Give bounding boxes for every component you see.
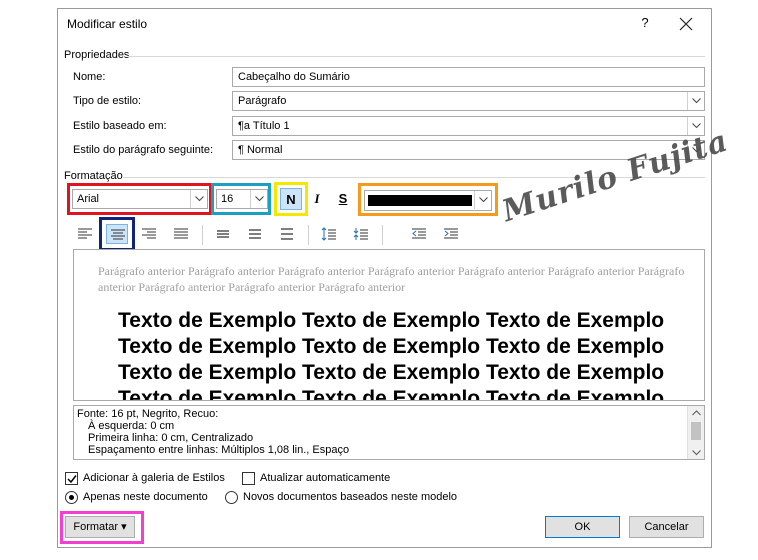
toolbar-separator [202,225,203,245]
new-documents-label: Novos documentos baseados neste modelo [243,491,458,503]
decrease-spacing-button[interactable] [350,224,372,244]
align-highlight [99,217,135,251]
decrease-indent-button[interactable] [408,224,430,244]
style-type-value: Parágrafo [238,95,287,107]
only-this-document-radio[interactable] [65,491,78,504]
description-line: Primeira linha: 0 cm, Centralizado [88,432,254,444]
style-type-label: Tipo de estilo: [73,95,142,107]
increase-spacing-button[interactable] [318,224,340,244]
based-on-label: Estilo baseado em: [73,120,167,132]
line-spacing-single-icon [217,230,229,238]
paragraph-spacing-increase-icon [321,227,336,241]
line-spacing-onehalf-icon [249,229,261,239]
description-line: À esquerda: 0 cm [88,420,175,432]
description-line: Espaçamento entre linhas: Múltiplos 1,08… [88,444,350,456]
sample-line: Texto de Exemplo Texto de Exemplo Texto … [118,335,665,358]
description-scrollbar[interactable] [687,406,704,459]
sample-line: Texto de Exemplo Texto de Exemplo Texto … [118,387,665,401]
sample-line: Texto de Exemplo Texto de Exemplo Texto … [118,361,665,384]
next-style-value: ¶ Normal [238,144,283,156]
spacing-double-button[interactable] [276,224,298,244]
align-right-button[interactable] [138,224,160,244]
add-to-gallery-checkbox[interactable] [65,472,78,485]
increase-indent-icon [444,228,458,239]
scroll-down-icon [692,450,701,456]
style-type-dropdown[interactable] [687,92,704,110]
add-to-gallery-label: Adicionar à galeria de Estilos [83,472,225,484]
help-button[interactable]: ? [635,15,655,33]
only-this-document-label: Apenas neste documento [83,491,208,503]
description-line: Fonte: 16 pt, Negrito, Recuo: [77,408,219,420]
style-type-select[interactable]: Parágrafo [232,91,705,111]
name-label: Nome: [73,71,106,83]
underline-button[interactable]: S [332,188,354,210]
spacing-onehalf-button[interactable] [244,224,266,244]
style-preview: Parágrafo anterior Parágrafo anterior Pa… [73,249,705,401]
line-spacing-double-icon [281,228,293,240]
checkmark-icon [67,475,77,484]
scroll-up-icon [692,410,701,416]
chevron-down-icon [692,123,701,129]
align-right-icon [142,228,156,239]
ok-button[interactable]: OK [545,516,620,538]
italic-button[interactable]: I [306,188,328,210]
formatting-section-label: Formatação [64,170,123,182]
next-style-label: Estilo do parágrafo seguinte: [73,144,214,156]
based-on-select[interactable]: ¶a Título 1 [232,116,705,136]
modify-style-dialog: Modificar estilo ? Propriedades Nome: Ca… [57,8,712,548]
increase-indent-button[interactable] [440,224,462,244]
format-highlight [60,511,144,544]
toolbar-separator [308,225,309,245]
previous-paragraph-text: Parágrafo anterior Parágrafo anterior Pa… [98,264,685,294]
toolbar-separator [382,225,383,245]
paragraph-spacing-decrease-icon [353,228,368,240]
justify-icon [174,228,188,239]
size-highlight [211,183,271,215]
chevron-down-icon [692,98,701,104]
align-left-icon [78,228,92,239]
font-highlight [67,183,212,215]
close-icon [679,17,693,31]
new-documents-radio[interactable] [225,491,238,504]
properties-divider [128,56,705,57]
color-highlight [358,183,498,216]
properties-section-label: Propriedades [64,49,130,61]
auto-update-label: Atualizar automaticamente [260,472,391,484]
decrease-indent-icon [412,228,426,239]
sample-line: Texto de Exemplo Texto de Exemplo Texto … [118,309,665,332]
based-on-value: ¶a Título 1 [238,120,290,132]
title-bar: Modificar estilo ? [58,9,711,39]
bold-highlight [274,182,308,216]
spacing-single-button[interactable] [212,224,234,244]
justify-button[interactable] [170,224,192,244]
auto-update-checkbox[interactable] [242,472,255,485]
style-description: Fonte: 16 pt, Negrito, Recuo: À esquerda… [73,405,705,460]
sample-text: Texto de Exemplo Texto de Exemplo Texto … [118,308,678,401]
close-button[interactable] [675,13,697,35]
scrollbar-thumb[interactable] [691,422,701,440]
dialog-title: Modificar estilo [67,17,148,31]
align-left-button[interactable] [74,224,96,244]
cancel-button[interactable]: Cancelar [629,516,704,538]
name-field[interactable]: Cabeçalho do Sumário [232,67,705,87]
